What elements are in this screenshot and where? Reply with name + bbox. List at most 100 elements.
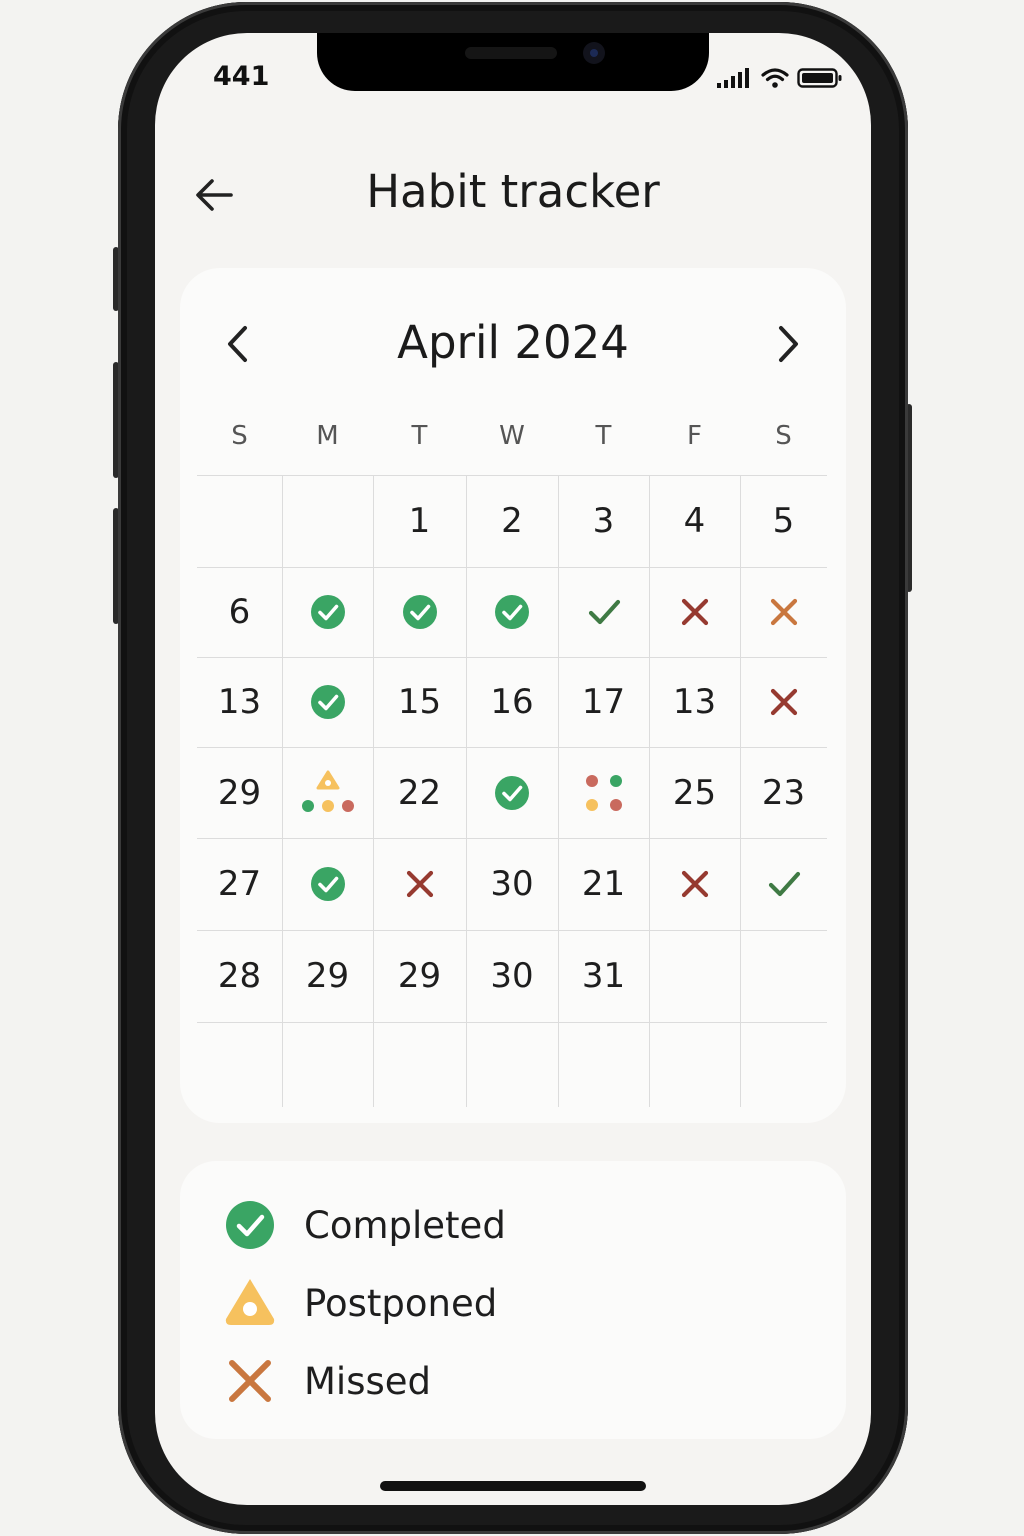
calendar-day-cell[interactable] bbox=[373, 838, 466, 930]
month-label: April 2024 bbox=[397, 316, 629, 369]
legend-label-completed: Completed bbox=[304, 1203, 506, 1247]
calendar-day-cell[interactable]: 30 bbox=[466, 838, 558, 930]
day-number: 27 bbox=[217, 864, 262, 904]
check-icon bbox=[588, 599, 620, 625]
day-number: 30 bbox=[490, 864, 534, 904]
calendar-day-cell[interactable] bbox=[466, 1022, 558, 1107]
calendar-day-cell[interactable]: 17 bbox=[558, 657, 649, 747]
legend-label-missed: Missed bbox=[304, 1359, 432, 1403]
missed-icon bbox=[681, 870, 708, 898]
calendar-card: April 2024 SMTWTFS 1 2 3 4 5 6 13 15 16 17 13 29 22 2… bbox=[180, 268, 846, 1123]
day-number: 16 bbox=[490, 682, 534, 722]
legend-completed: Completed bbox=[224, 1197, 506, 1253]
calendar-day-cell[interactable]: 6 bbox=[197, 567, 282, 657]
calendar-day-cell[interactable] bbox=[197, 1022, 282, 1107]
calendar-day-cell[interactable]: 27 bbox=[197, 838, 282, 930]
day-number: 6 bbox=[228, 592, 251, 632]
day-number: 13 bbox=[672, 682, 717, 722]
calendar-day-cell[interactable] bbox=[649, 930, 740, 1022]
calendar-day-cell[interactable]: 16 bbox=[466, 657, 558, 747]
calendar-day-cell[interactable] bbox=[373, 567, 466, 657]
completed-icon bbox=[402, 595, 437, 629]
weekday-header: SMTWTFS bbox=[197, 421, 827, 461]
calendar-day-cell[interactable] bbox=[282, 567, 373, 657]
calendar-day-cell[interactable] bbox=[649, 838, 740, 930]
postponed-icon bbox=[225, 1279, 275, 1325]
calendar-day-cell[interactable] bbox=[740, 567, 827, 657]
day-number: 17 bbox=[581, 682, 626, 722]
missed-icon bbox=[406, 870, 433, 898]
calendar-day-cell[interactable]: 29 bbox=[282, 930, 373, 1022]
calendar-day-cell[interactable] bbox=[282, 475, 373, 567]
speaker bbox=[465, 47, 557, 59]
calendar-day-cell[interactable] bbox=[649, 567, 740, 657]
battery-icon bbox=[797, 68, 842, 88]
calendar-day-cell[interactable]: 23 bbox=[740, 747, 827, 838]
weekday-label: W bbox=[499, 421, 525, 451]
completed-icon bbox=[495, 595, 529, 629]
day-number: 28 bbox=[217, 956, 262, 996]
calendar-day-cell[interactable] bbox=[282, 657, 373, 747]
calendar-day-cell[interactable] bbox=[282, 1022, 373, 1107]
signal-icon bbox=[717, 68, 749, 88]
calendar-day-cell[interactable] bbox=[466, 747, 558, 838]
calendar-day-cell[interactable]: 29 bbox=[373, 930, 466, 1022]
notch bbox=[317, 33, 709, 91]
calendar-day-cell[interactable] bbox=[282, 747, 373, 838]
calendar-day-cell[interactable] bbox=[373, 1022, 466, 1107]
day-number: 25 bbox=[672, 772, 717, 813]
calendar-day-cell[interactable] bbox=[282, 838, 373, 930]
calendar-day-cell[interactable] bbox=[740, 838, 827, 930]
front-camera bbox=[583, 42, 605, 64]
calendar-day-cell[interactable]: 22 bbox=[373, 747, 466, 838]
day-number: 31 bbox=[581, 956, 626, 996]
phone-screen: 441 Habit tracker April 2024 S M T W T F… bbox=[155, 33, 871, 1505]
calendar-day-cell[interactable] bbox=[740, 930, 827, 1022]
calendar-day-cell[interactable] bbox=[740, 657, 827, 747]
calendar-day-cell[interactable]: 29 bbox=[197, 747, 282, 838]
day-number: 22 bbox=[397, 772, 442, 813]
legend-card: Completed Postponed Missed bbox=[180, 1161, 846, 1439]
calendar-day-cell[interactable] bbox=[558, 1022, 649, 1107]
calendar-day-cell[interactable]: 15 bbox=[373, 657, 466, 747]
missed-icon bbox=[770, 598, 797, 626]
status-icons bbox=[717, 67, 843, 89]
calendar-day-cell[interactable]: 3 bbox=[558, 475, 649, 567]
calendar-day-cell[interactable]: 31 bbox=[558, 930, 649, 1022]
legend-label-postponed: Postponed bbox=[304, 1281, 498, 1325]
weekday-label: M bbox=[316, 421, 339, 451]
calendar-day-cell[interactable] bbox=[197, 475, 282, 567]
calendar-day-cell[interactable] bbox=[558, 567, 649, 657]
calendar-day-cell[interactable]: 1 bbox=[373, 475, 466, 567]
calendar-day-cell[interactable]: 28 bbox=[197, 930, 282, 1022]
calendar-day-cell[interactable]: 5 bbox=[740, 475, 827, 567]
day-number: 13 bbox=[217, 682, 262, 722]
completed-icon bbox=[310, 685, 345, 719]
day-number: 23 bbox=[761, 772, 806, 813]
postponed-mixed-icon bbox=[301, 770, 354, 812]
weekday-label: F bbox=[687, 421, 702, 451]
completed-icon bbox=[310, 595, 345, 629]
legend-missed: Missed bbox=[224, 1353, 431, 1409]
next-month-chevron-icon[interactable] bbox=[768, 320, 808, 368]
weekday-label: S bbox=[775, 421, 792, 451]
calendar-day-cell[interactable]: 21 bbox=[558, 838, 649, 930]
calendar-day-cell[interactable]: 4 bbox=[649, 475, 740, 567]
check-icon bbox=[768, 871, 800, 897]
calendar-day-cell[interactable]: 2 bbox=[466, 475, 558, 567]
weekday-label: T bbox=[411, 421, 428, 451]
mixed-status-dots-icon bbox=[585, 774, 622, 811]
home-indicator[interactable] bbox=[380, 1481, 646, 1491]
missed-icon bbox=[681, 598, 708, 626]
calendar-day-cell[interactable] bbox=[558, 747, 649, 838]
calendar-day-cell[interactable] bbox=[649, 1022, 740, 1107]
calendar-day-cell[interactable]: 25 bbox=[649, 747, 740, 838]
day-number: 4 bbox=[683, 501, 706, 541]
calendar-day-cell[interactable]: 30 bbox=[466, 930, 558, 1022]
calendar-day-cell[interactable]: 13 bbox=[649, 657, 740, 747]
calendar-day-cell[interactable] bbox=[740, 1022, 827, 1107]
calendar-day-cell[interactable]: 13 bbox=[197, 657, 282, 747]
calendar-day-cell[interactable] bbox=[466, 567, 558, 657]
missed-icon bbox=[229, 1360, 271, 1402]
legend-postponed: Postponed bbox=[224, 1275, 497, 1331]
